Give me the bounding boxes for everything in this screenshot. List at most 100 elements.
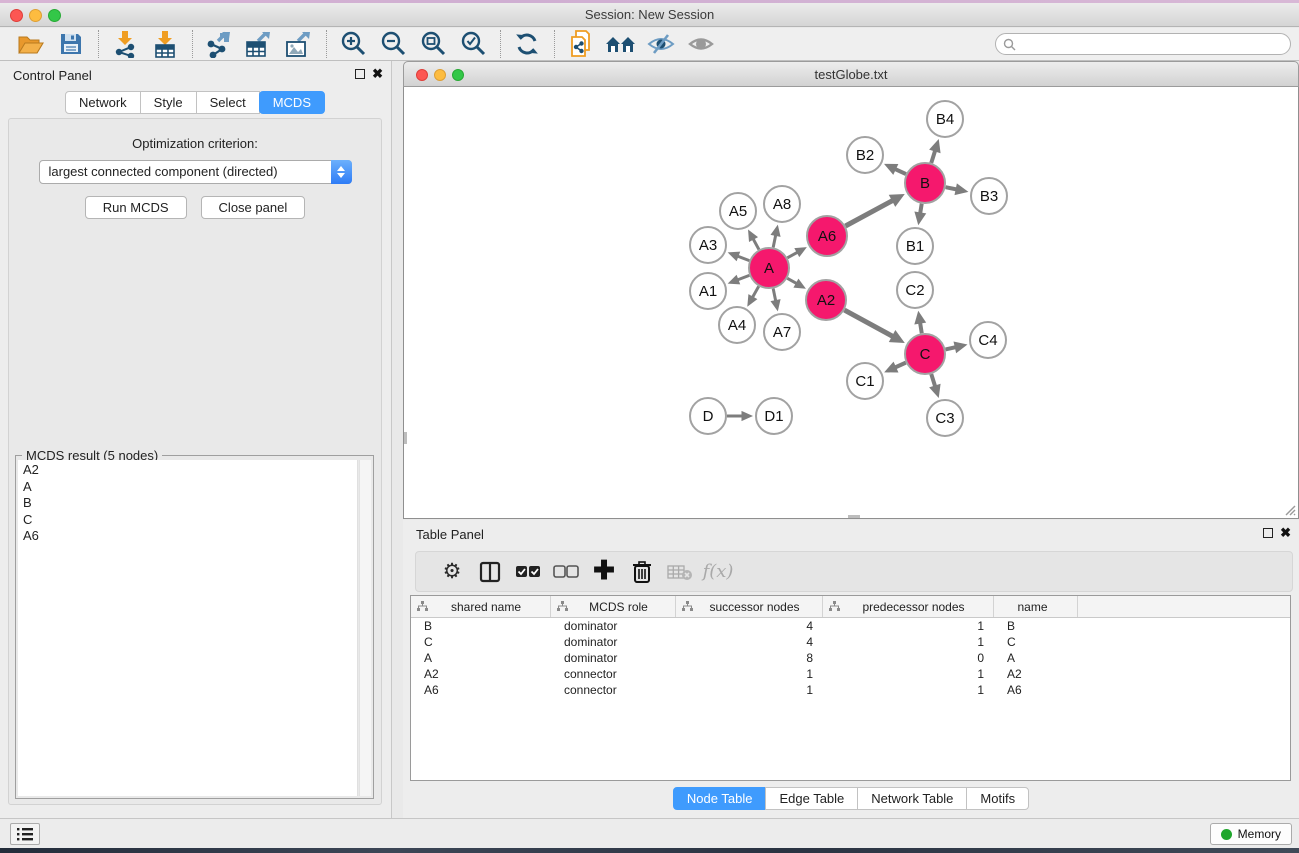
deselect-all-icon[interactable] [547, 556, 585, 588]
network-canvas[interactable]: AA1A2A3A4A5A6A7A8BB1B2B3B4CC1C2C3C4DD1 [403, 87, 1299, 519]
float-panel-icon[interactable] [355, 69, 365, 79]
cell-MCDS-role[interactable]: dominator [551, 651, 676, 665]
cell-name[interactable]: A6 [994, 683, 1078, 697]
close-panel-icon[interactable]: ✖ [372, 68, 383, 79]
result-list-item[interactable]: B [23, 495, 357, 512]
edge-A6-B[interactable] [845, 200, 893, 226]
delete-table-icon[interactable] [661, 556, 699, 588]
show-details-icon[interactable] [684, 29, 718, 59]
table-row[interactable]: Cdominator41C [411, 634, 1290, 650]
tab-mcds[interactable]: MCDS [259, 91, 325, 114]
cell-successor-nodes[interactable]: 8 [676, 651, 823, 665]
cell-name[interactable]: A2 [994, 667, 1078, 681]
zoom-out-icon[interactable] [376, 29, 410, 59]
cell-shared-name[interactable]: A [411, 651, 551, 665]
cell-MCDS-role[interactable]: connector [551, 667, 676, 681]
cell-shared-name[interactable]: A2 [411, 667, 551, 681]
cell-name[interactable]: B [994, 619, 1078, 633]
tab-network[interactable]: Network [65, 91, 141, 114]
close-table-panel-icon[interactable]: ✖ [1280, 527, 1291, 538]
edge-A-A5[interactable] [753, 238, 759, 250]
zoom-fit-icon[interactable] [416, 29, 450, 59]
edge-B-B4[interactable] [931, 150, 935, 163]
cell-shared-name[interactable]: C [411, 635, 551, 649]
network-window-titlebar[interactable]: testGlobe.txt [403, 61, 1299, 87]
export-network-icon[interactable] [202, 29, 236, 59]
column-header-MCDS-role[interactable]: MCDS role [551, 596, 676, 617]
table-row[interactable]: A6connector11A6 [411, 682, 1290, 698]
close-panel-button[interactable]: Close panel [201, 196, 306, 219]
cell-predecessor-nodes[interactable]: 1 [823, 683, 994, 697]
network-graph[interactable]: AA1A2A3A4A5A6A7A8BB1B2B3B4CC1C2C3C4DD1 [404, 87, 1298, 517]
result-scrollbar[interactable] [359, 460, 371, 796]
edge-A-A1[interactable] [737, 275, 750, 280]
table-row[interactable]: Adominator80A [411, 650, 1290, 666]
delete-column-icon[interactable] [623, 556, 661, 588]
task-history-button[interactable] [10, 823, 40, 845]
column-header-shared-name[interactable]: shared name [411, 596, 551, 617]
horizontal-scroll-mark[interactable] [848, 515, 860, 518]
zoom-in-icon[interactable] [336, 29, 370, 59]
search-box[interactable] [995, 33, 1291, 55]
refresh-icon[interactable] [510, 29, 544, 59]
edge-A-A8[interactable] [773, 234, 776, 248]
cell-name[interactable]: A [994, 651, 1078, 665]
column-header-predecessor-nodes[interactable]: predecessor nodes [823, 596, 994, 617]
column-header-name[interactable]: name [994, 596, 1078, 617]
cell-predecessor-nodes[interactable]: 1 [823, 635, 994, 649]
export-table-icon[interactable] [242, 29, 276, 59]
cell-predecessor-nodes[interactable]: 1 [823, 667, 994, 681]
column-header-successor-nodes[interactable]: successor nodes [676, 596, 823, 617]
edge-A-A4[interactable] [752, 286, 759, 298]
cell-name[interactable]: C [994, 635, 1078, 649]
memory-button[interactable]: Memory [1210, 823, 1292, 845]
tab-edge-table[interactable]: Edge Table [765, 787, 858, 810]
cell-MCDS-role[interactable]: dominator [551, 635, 676, 649]
mcds-result-list[interactable]: A2ABCA6 [18, 460, 358, 796]
run-mcds-button[interactable]: Run MCDS [85, 196, 187, 219]
cell-predecessor-nodes[interactable]: 0 [823, 651, 994, 665]
tab-motifs[interactable]: Motifs [966, 787, 1029, 810]
settings-icon[interactable]: ⚙ [433, 556, 471, 588]
cell-MCDS-role[interactable]: dominator [551, 619, 676, 633]
cell-shared-name[interactable]: A6 [411, 683, 551, 697]
cell-successor-nodes[interactable]: 1 [676, 683, 823, 697]
import-network-icon[interactable] [108, 29, 142, 59]
resize-grip[interactable] [1283, 503, 1296, 516]
add-column-icon[interactable]: ✚ [585, 556, 623, 588]
tab-style[interactable]: Style [140, 91, 197, 114]
open-session-icon[interactable] [14, 29, 48, 59]
cell-successor-nodes[interactable]: 4 [676, 619, 823, 633]
result-list-item[interactable]: A [23, 479, 357, 496]
criterion-dropdown[interactable]: largest connected component (directed) [39, 160, 352, 184]
edge-A2-C[interactable] [844, 310, 893, 337]
result-list-item[interactable]: A2 [23, 462, 357, 479]
result-list-item[interactable]: A6 [23, 528, 357, 545]
hide-details-icon[interactable] [644, 29, 678, 59]
tab-network-table[interactable]: Network Table [857, 787, 967, 810]
tab-select[interactable]: Select [196, 91, 260, 114]
cell-successor-nodes[interactable]: 4 [676, 635, 823, 649]
table-row[interactable]: Bdominator41B [411, 618, 1290, 634]
search-input[interactable] [1016, 35, 1290, 53]
cell-successor-nodes[interactable]: 1 [676, 667, 823, 681]
edge-C-C3[interactable] [931, 374, 935, 387]
table-row[interactable]: A2connector11A2 [411, 666, 1290, 682]
float-table-panel-icon[interactable] [1263, 528, 1273, 538]
duplicate-network-icon[interactable] [564, 29, 598, 59]
vertical-scroll-mark[interactable] [404, 432, 407, 444]
zoom-selected-icon[interactable] [456, 29, 490, 59]
function-builder-icon[interactable]: f(x) [699, 556, 737, 588]
column-layout-icon[interactable] [471, 556, 509, 588]
select-all-icon[interactable] [509, 556, 547, 588]
export-image-icon[interactable] [282, 29, 316, 59]
cell-MCDS-role[interactable]: connector [551, 683, 676, 697]
home-icon[interactable] [604, 29, 638, 59]
edge-A-A3[interactable] [737, 256, 750, 261]
edge-A-A7[interactable] [773, 289, 776, 303]
import-table-icon[interactable] [148, 29, 182, 59]
cell-shared-name[interactable]: B [411, 619, 551, 633]
save-session-icon[interactable] [54, 29, 88, 59]
cell-predecessor-nodes[interactable]: 1 [823, 619, 994, 633]
tab-node-table[interactable]: Node Table [673, 787, 767, 810]
